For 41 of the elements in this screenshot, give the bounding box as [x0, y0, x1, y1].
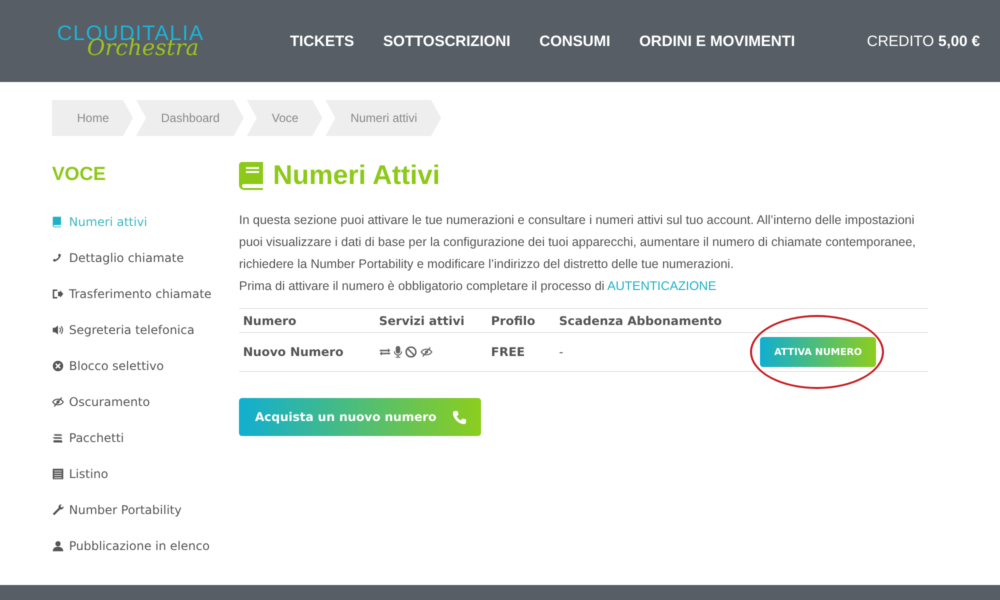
table-cell-text: FREE — [491, 345, 526, 359]
phone-icon — [52, 252, 64, 264]
notice-text: Prima di attivare il numero è obbligatorio completare il processo di — [239, 279, 604, 293]
column-header: Servizi attivi — [379, 314, 466, 328]
sidebar-item[interactable]: Trasferimento chiamate — [52, 276, 239, 312]
nav-link[interactable]: ORDINI E MOVIMENTI — [639, 32, 796, 50]
intro-paragraph: In questa sezione puoi attivare le tue numerazioni e consultare i numeri attivi sul tuo account. All’interno delle impostazioni puoi visualizzare i dati di base per la configurazione dei tuoi apparecchi, aumentare il numero di chiamate contemporanee, richiedere la Number Portability e modificare l’indirizzo del distretto delle tue numerazioni. — [239, 212, 917, 273]
sidebar-item[interactable]: Pacchetti — [52, 420, 239, 456]
nav-link[interactable]: TICKETS — [290, 32, 354, 50]
wrench-icon — [52, 504, 64, 516]
exit-icon — [52, 288, 64, 300]
user-icon — [52, 540, 64, 552]
nav-link[interactable]: SOTTOSCRIZIONI — [383, 32, 510, 50]
sidebar-item[interactable]: Dettaglio chiamate — [52, 240, 239, 276]
transfer-icon — [379, 346, 391, 358]
sidebar-title: VOCE — [52, 164, 107, 186]
eye-slash-icon — [52, 396, 64, 408]
credit-balance: CREDITO 5,00 € — [866, 32, 980, 50]
microphone-icon — [394, 346, 402, 358]
column-header: Scadenza Abbonamento — [559, 314, 723, 328]
sidebar-item[interactable]: Segreteria telefonica — [52, 312, 239, 348]
speaker-icon — [52, 324, 64, 336]
book-icon — [239, 162, 265, 190]
sidebar-item[interactable]: Pubblicazione in elenco — [52, 528, 239, 564]
stack-icon — [52, 432, 64, 444]
table-cell-text: Nuovo Numero — [243, 345, 344, 359]
cancel-icon — [52, 360, 64, 372]
page-title: Numeri Attivi — [273, 160, 440, 191]
column-header: Numero — [243, 314, 298, 328]
column-header: Profilo — [491, 314, 536, 328]
sidebar-item[interactable]: Oscuramento — [52, 384, 239, 420]
eye-slash-icon — [420, 346, 433, 358]
phone-icon — [452, 410, 467, 424]
table-cell-text: - — [559, 345, 564, 359]
nav-link[interactable]: CONSUMI — [539, 32, 610, 50]
list-icon — [52, 468, 64, 480]
block-icon — [405, 346, 417, 358]
book-icon — [52, 216, 64, 228]
sidebar-item[interactable]: Number Portability — [52, 492, 239, 528]
sidebar-item[interactable]: Listino — [52, 456, 239, 492]
sidebar-item[interactable]: Blocco selettivo — [52, 348, 239, 384]
